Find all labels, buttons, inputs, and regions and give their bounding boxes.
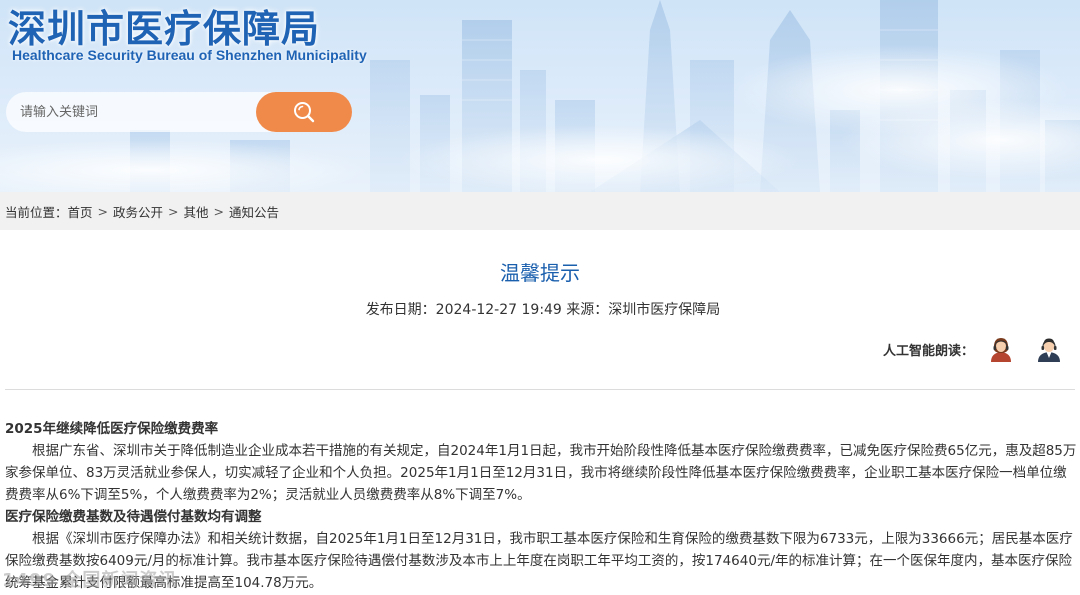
breadcrumb-link-notices[interactable]: 通知公告 [229,202,279,221]
article-content: 2025年继续降低医疗保险缴费费率 根据广东省、深圳市关于降低制造业企业成本若干… [5,418,1077,594]
section-paragraph: 根据广东省、深圳市关于降低制造业企业成本若干措施的有关规定，自2024年1月1日… [5,443,1077,503]
content-divider [5,389,1075,390]
male-voice-button[interactable] [1034,334,1064,364]
breadcrumb-label: 当前位置： [5,204,68,220]
breadcrumb-link-gov-affairs[interactable]: 政务公开 [113,202,163,221]
site-title: 深圳市医疗保障局 [8,7,321,51]
section-paragraph: 根据《深圳市医疗保障办法》和相关统计数据，自2025年1月1日至12月31日，我… [5,531,1073,591]
header-banner: 深圳市医疗保障局 Healthcare Security Bureau of S… [0,0,1080,192]
breadcrumb-separator: > [97,203,109,219]
search-box [6,92,352,132]
male-voice-icon [1038,338,1060,362]
search-icon [294,102,315,123]
breadcrumb-separator: > [213,203,225,219]
article-meta: 发布日期：2024-12-27 19:49 来源：深圳市医疗保障局 [365,302,721,318]
ai-read-aloud-label: 人工智能朗读： [882,343,974,359]
site-subtitle: Healthcare Security Bureau of Shenzhen M… [12,47,367,63]
female-voice-icon [991,338,1011,362]
section-heading: 2025年继续降低医疗保险缴费费率 [5,421,219,437]
breadcrumb-link-home[interactable]: 首页 [68,202,93,221]
breadcrumb-separator: > [168,203,179,219]
search-input[interactable] [6,92,256,132]
ai-read-aloud-bar: 人工智能朗读： [883,333,1064,365]
female-voice-button[interactable] [986,334,1016,364]
search-button[interactable] [256,92,352,132]
breadcrumb-link-other[interactable]: 其他 [184,202,209,221]
breadcrumb: 当前位置： 首页 > 政务公开 > 其他 > 通知公告 [0,192,1080,230]
section-heading: 医疗保险缴费基数及待遇偿付基数均有调整 [5,509,262,525]
article-title: 温馨提示 [500,261,580,285]
